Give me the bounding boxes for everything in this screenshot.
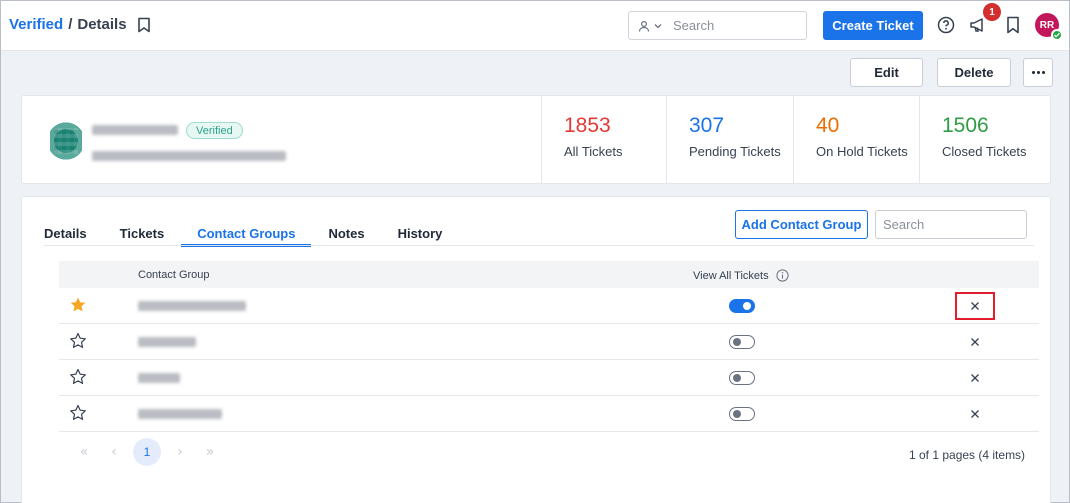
close-icon — [971, 302, 979, 310]
previous-page-icon[interactable]: ‹ — [99, 444, 129, 460]
bookmark-icon[interactable] — [137, 17, 151, 33]
global-search[interactable] — [628, 11, 807, 40]
next-page-icon[interactable]: › — [165, 444, 195, 460]
pagination-info: 1 of 1 pages (4 items) — [909, 448, 1026, 462]
help-icon[interactable] — [936, 15, 956, 35]
info-icon[interactable] — [776, 269, 789, 282]
stat-value: 40 — [816, 114, 840, 137]
tab-history[interactable]: History — [398, 212, 443, 246]
stat-value: 1506 — [942, 114, 989, 137]
toggle-knob — [733, 373, 741, 382]
contact-name-redacted — [92, 125, 178, 135]
more-dot — [1036, 71, 1040, 74]
table-row — [59, 288, 1039, 324]
view-all-tickets-toggle[interactable] — [729, 299, 755, 313]
remove-contact-group-button[interactable] — [955, 328, 995, 356]
global-search-input[interactable] — [673, 18, 793, 33]
table-row — [59, 360, 1039, 396]
pagination: « ‹ 1 › » — [69, 437, 225, 467]
stat-label: On Hold Tickets — [816, 144, 908, 159]
first-page-icon[interactable]: « — [69, 444, 99, 460]
column-header-contact-group: Contact Group — [138, 269, 210, 281]
view-all-tickets-toggle[interactable] — [729, 371, 755, 385]
tab-contact-groups[interactable]: Contact Groups — [181, 212, 312, 247]
stat-label: Closed Tickets — [942, 144, 1027, 159]
table-row — [59, 324, 1039, 360]
tab-details[interactable]: Details — [44, 212, 87, 246]
contact-group-name-redacted — [138, 373, 180, 383]
remove-contact-group-button[interactable] — [955, 292, 995, 320]
stat-pending-tickets[interactable]: 307 Pending Tickets — [666, 96, 793, 185]
tab-tickets[interactable]: Tickets — [120, 212, 165, 246]
bookmark-list-icon[interactable] — [1003, 15, 1023, 35]
contact-avatar — [50, 120, 82, 162]
breadcrumb-separator: / — [68, 16, 73, 33]
breadcrumb-link-verified[interactable]: Verified — [9, 16, 63, 33]
close-icon — [971, 374, 979, 382]
more-options-button[interactable] — [1023, 58, 1053, 87]
star-outline-icon[interactable] — [69, 332, 87, 350]
breadcrumb-current: Details — [77, 16, 127, 33]
remove-contact-group-button[interactable] — [955, 400, 995, 428]
star-outline-icon[interactable] — [69, 368, 87, 386]
edit-button[interactable]: Edit — [850, 58, 923, 87]
tab-divider — [44, 245, 1034, 246]
user-icon — [638, 20, 650, 32]
stat-all-tickets[interactable]: 1853 All Tickets — [541, 96, 666, 185]
toggle-knob — [743, 302, 751, 310]
chevron-down-icon — [654, 23, 662, 28]
more-dot — [1041, 71, 1045, 74]
close-icon — [971, 338, 979, 346]
column-header-view-all-tickets: View All Tickets — [693, 269, 789, 282]
stat-value: 307 — [689, 114, 725, 137]
close-icon — [971, 410, 979, 418]
tab-notes[interactable]: Notes — [328, 212, 364, 246]
column-header-label: View All Tickets — [693, 269, 769, 282]
contact-details-panel: Details Tickets Contact Groups Notes His… — [21, 196, 1051, 503]
table-row — [59, 396, 1039, 432]
verified-status-badge: Verified — [186, 122, 243, 139]
contact-group-name-redacted — [138, 409, 222, 419]
stat-label: Pending Tickets — [689, 144, 781, 159]
star-filled-icon[interactable] — [69, 296, 87, 314]
view-all-tickets-toggle[interactable] — [729, 407, 755, 421]
search-scope-selector[interactable] — [629, 20, 671, 32]
add-contact-group-button[interactable]: Add Contact Group — [735, 210, 868, 239]
table-header: Contact Group View All Tickets — [59, 261, 1039, 288]
tab-bar: Details Tickets Contact Groups Notes His… — [44, 212, 475, 247]
more-dot — [1031, 71, 1035, 74]
last-page-icon[interactable]: » — [195, 444, 225, 460]
remove-contact-group-button[interactable] — [955, 364, 995, 392]
contact-summary-card: Verified 1853 All Tickets 307 Pending Ti… — [21, 95, 1051, 185]
toggle-knob — [733, 409, 741, 418]
contact-group-name-redacted — [138, 337, 196, 347]
contact-email-redacted — [92, 151, 286, 161]
star-outline-icon[interactable] — [69, 404, 87, 422]
delete-button[interactable]: Delete — [937, 58, 1011, 87]
stat-label: All Tickets — [564, 144, 623, 159]
breadcrumb: Verified / Details — [9, 16, 151, 33]
top-bar: Verified / Details Create Ticket 1 RR — [1, 1, 1069, 51]
toggle-knob — [733, 337, 741, 346]
page-number-button[interactable]: 1 — [133, 438, 161, 466]
create-ticket-button[interactable]: Create Ticket — [823, 11, 923, 40]
view-all-tickets-toggle[interactable] — [729, 335, 755, 349]
stat-closed-tickets[interactable]: 1506 Closed Tickets — [919, 96, 1051, 185]
online-status-check-icon — [1051, 29, 1063, 41]
contact-group-name-redacted — [138, 301, 246, 311]
contact-groups-search-input[interactable] — [875, 210, 1027, 239]
stat-on-hold-tickets[interactable]: 40 On Hold Tickets — [793, 96, 920, 185]
notification-count-badge: 1 — [983, 3, 1001, 21]
stat-value: 1853 — [564, 114, 611, 137]
